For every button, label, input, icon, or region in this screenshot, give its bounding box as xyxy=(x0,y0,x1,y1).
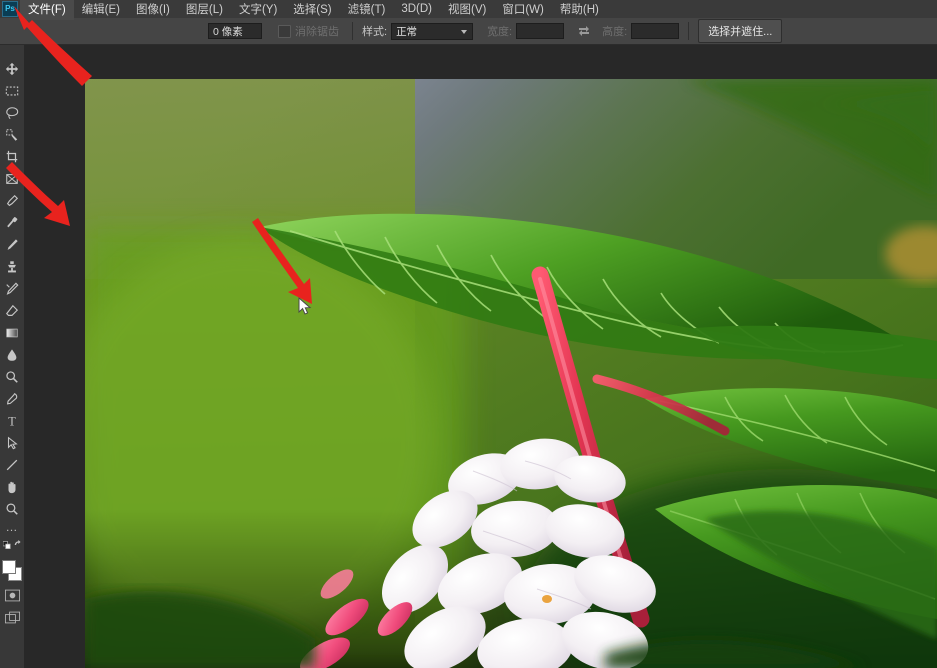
quick-selection-tool[interactable] xyxy=(0,124,24,146)
plumeria-photo xyxy=(85,79,937,668)
options-divider-1 xyxy=(352,22,353,40)
menu-type[interactable]: 文字(Y) xyxy=(231,0,285,20)
menu-help[interactable]: 帮助(H) xyxy=(552,0,607,20)
move-tool[interactable] xyxy=(0,58,24,80)
type-tool[interactable]: T xyxy=(0,410,24,432)
chevron-down-icon xyxy=(461,29,468,34)
frame-tool[interactable] xyxy=(0,168,24,190)
style-label: 样式: xyxy=(362,26,388,38)
blur-tool[interactable] xyxy=(0,344,24,366)
style-select-value: 正常 xyxy=(396,25,418,38)
menu-bar: Ps 文件(F) 编辑(E) 图像(I) 图层(L) 文字(Y) 选择(S) 滤… xyxy=(0,0,937,20)
menu-image[interactable]: 图像(I) xyxy=(128,0,178,20)
menu-select[interactable]: 选择(S) xyxy=(285,0,339,20)
svg-text:T: T xyxy=(8,414,16,428)
style-select[interactable]: 正常 xyxy=(391,22,474,40)
pen-tool[interactable] xyxy=(0,388,24,410)
crop-tool[interactable] xyxy=(0,146,24,168)
zoom-tool[interactable] xyxy=(0,498,24,520)
menu-file[interactable]: 文件(F) xyxy=(20,0,74,20)
eraser-tool[interactable] xyxy=(0,300,24,322)
width-input[interactable] xyxy=(516,23,565,39)
width-label: 宽度: xyxy=(487,26,513,38)
brush-tool[interactable] xyxy=(0,234,24,256)
height-label: 高度: xyxy=(602,26,628,38)
antialias-checkbox[interactable] xyxy=(278,24,291,38)
photoshop-logo: Ps xyxy=(2,1,18,17)
options-divider-2 xyxy=(688,22,690,40)
document-image[interactable] xyxy=(85,79,937,668)
spot-healing-brush-tool[interactable] xyxy=(0,212,24,234)
color-swatches[interactable] xyxy=(0,558,24,584)
swap-width-height-icon[interactable] xyxy=(576,23,592,39)
mouse-pointer-icon xyxy=(298,297,312,315)
clone-stamp-tool[interactable] xyxy=(0,256,24,278)
rectangular-marquee-tool[interactable] xyxy=(0,80,24,102)
menu-edit[interactable]: 编辑(E) xyxy=(74,0,128,20)
eyedropper-tool[interactable] xyxy=(0,190,24,212)
antialias-label: 消除锯齿 xyxy=(295,26,339,38)
lasso-tool[interactable] xyxy=(0,102,24,124)
screen-mode-icon[interactable] xyxy=(0,606,24,628)
options-bar: 0 像素 消除锯齿 样式: 正常 宽度: 高度: 选择并遮住... xyxy=(0,18,937,45)
photoshop-window: Ps 文件(F) 编辑(E) 图像(I) 图层(L) 文字(Y) 选择(S) 滤… xyxy=(0,0,937,668)
default-and-swap-colors[interactable] xyxy=(0,534,24,556)
select-and-mask-button[interactable]: 选择并遮住... xyxy=(698,19,783,43)
menu-filter[interactable]: 滤镜(T) xyxy=(340,0,394,20)
more-tools-button[interactable]: … xyxy=(0,520,24,534)
quick-mask-icon[interactable] xyxy=(0,584,24,606)
menu-3d[interactable]: 3D(D) xyxy=(393,1,440,18)
path-selection-tool[interactable] xyxy=(0,432,24,454)
document-tab-strip xyxy=(0,44,937,79)
menu-layer[interactable]: 图层(L) xyxy=(178,0,231,20)
tools-panel: T … xyxy=(0,44,24,668)
menu-view[interactable]: 视图(V) xyxy=(440,0,494,20)
foreground-color-swatch[interactable] xyxy=(2,560,16,574)
dodge-tool[interactable] xyxy=(0,366,24,388)
hand-tool[interactable] xyxy=(0,476,24,498)
history-brush-tool[interactable] xyxy=(0,278,24,300)
feather-input[interactable]: 0 像素 xyxy=(208,23,262,39)
menu-window[interactable]: 窗口(W) xyxy=(494,0,552,20)
line-tool[interactable] xyxy=(0,454,24,476)
height-input[interactable] xyxy=(631,23,680,39)
gradient-tool[interactable] xyxy=(0,322,24,344)
canvas-area[interactable] xyxy=(24,44,937,668)
